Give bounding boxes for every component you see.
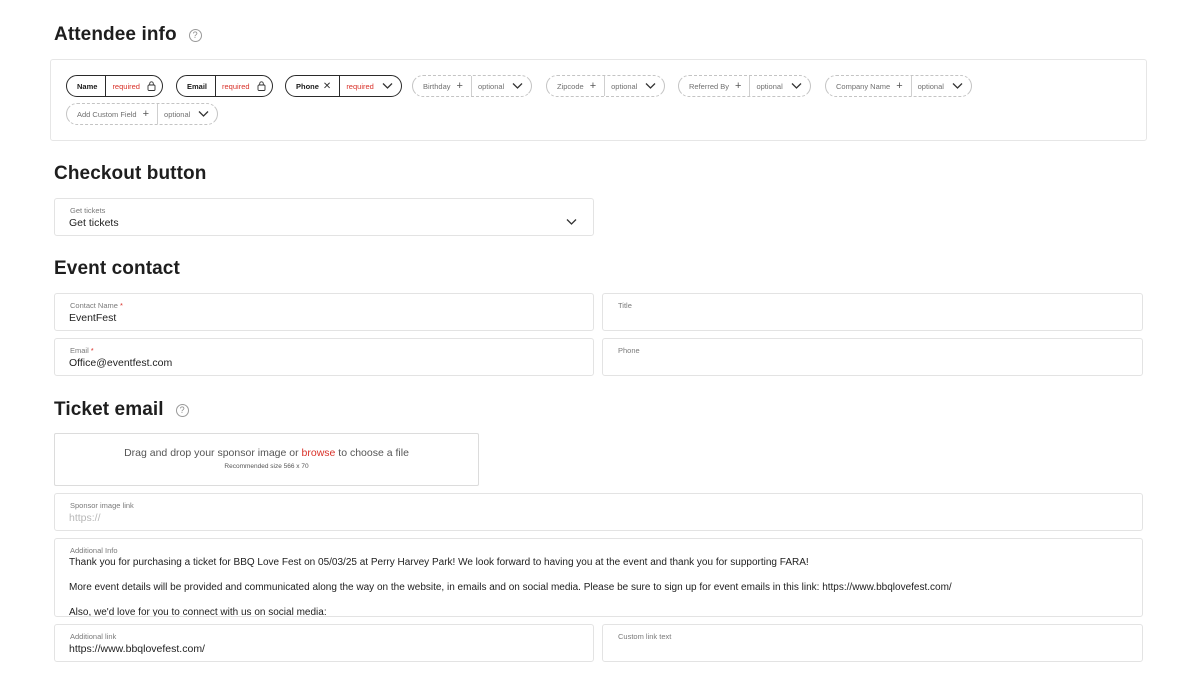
contact-title-label: Title	[618, 301, 632, 310]
plus-icon[interactable]: +	[590, 80, 596, 92]
additional-info-line: Also, we'd love for you to connect with …	[69, 607, 327, 617]
checkout-label-select[interactable]: Get tickets Get tickets	[54, 198, 594, 236]
contact-phone-label: Phone	[618, 346, 640, 355]
additional-info-label: Additional Info	[70, 546, 118, 555]
chip-email-status: required	[216, 76, 272, 96]
sponsor-image-dropzone[interactable]: Drag and drop your sponsor image or brow…	[54, 433, 479, 486]
attendee-info-heading: Attendee info ?	[54, 24, 202, 46]
chip-birthday-status: optional	[477, 81, 505, 91]
chip-referred-by[interactable]: Referred By + optional	[678, 75, 811, 97]
contact-name-field[interactable]: Contact Name * EventFest	[54, 293, 594, 331]
additional-link-value: https://www.bbqlovefest.com/	[69, 643, 205, 655]
sponsor-image-link-label: Sponsor image link	[70, 501, 134, 510]
additional-link-field[interactable]: Additional link https://www.bbqlovefest.…	[54, 624, 594, 662]
plus-icon[interactable]: +	[735, 80, 741, 92]
additional-link-label: Additional link	[70, 632, 117, 641]
chip-referred-by-label: Referred By +	[689, 80, 742, 92]
chip-company-name-label: Company Name +	[836, 80, 903, 92]
chip-phone-status: required	[346, 81, 374, 91]
chip-birthday-label: Birthday +	[423, 80, 463, 92]
plus-icon[interactable]: +	[143, 108, 149, 120]
help-icon[interactable]: ?	[175, 403, 189, 417]
chip-name[interactable]: Name required	[66, 75, 163, 97]
custom-link-text-field[interactable]: Custom link text	[602, 624, 1143, 662]
custom-link-text-label: Custom link text	[618, 632, 672, 641]
attendee-fields-panel: Name required Email required Phone ✕ requ…	[50, 59, 1147, 141]
chevron-down-icon[interactable]	[789, 82, 810, 90]
chevron-down-icon[interactable]	[566, 213, 577, 231]
contact-email-label: Email *	[70, 346, 94, 355]
chevron-down-icon[interactable]	[643, 82, 664, 90]
contact-title-field[interactable]: Title	[602, 293, 1143, 331]
sponsor-image-link-input: https://	[69, 512, 101, 524]
contact-email-value: Office@eventfest.com	[69, 357, 173, 369]
chevron-down-icon[interactable]	[510, 82, 531, 90]
contact-email-field[interactable]: Email * Office@eventfest.com	[54, 338, 594, 376]
chip-birthday[interactable]: Birthday + optional	[412, 75, 533, 97]
event-contact-heading: Event contact	[54, 258, 180, 279]
additional-info-line: More event details will be provided and …	[69, 582, 952, 593]
browse-link[interactable]: browse	[302, 447, 336, 459]
chip-name-status: required	[106, 76, 162, 96]
dropzone-recommended-size: Recommended size 566 x 70	[224, 463, 309, 470]
plus-icon[interactable]: +	[896, 80, 902, 92]
sponsor-image-link-field[interactable]: Sponsor image link https://	[54, 493, 1143, 531]
chip-zipcode-label: Zipcode +	[557, 80, 597, 92]
chip-company-name-status: optional	[917, 81, 944, 91]
close-icon[interactable]: ✕	[323, 81, 331, 92]
chip-email[interactable]: Email required	[176, 75, 273, 97]
contact-phone-field[interactable]: Phone	[602, 338, 1143, 376]
chip-phone[interactable]: Phone ✕ required	[285, 75, 402, 97]
chip-referred-by-status: optional	[756, 81, 783, 91]
additional-info-textarea[interactable]: Additional Info Thank you for purchasing…	[54, 538, 1143, 617]
additional-info-line: Thank you for purchasing a ticket for BB…	[69, 557, 809, 568]
chevron-down-icon[interactable]	[380, 82, 401, 90]
chip-phone-label: Phone ✕	[296, 80, 332, 92]
contact-name-label: Contact Name *	[70, 301, 123, 310]
lock-icon	[257, 81, 266, 91]
checkout-button-heading: Checkout button	[54, 163, 207, 184]
dropzone-text: Drag and drop your sponsor image or brow…	[124, 447, 409, 459]
chip-email-label: Email	[187, 81, 208, 91]
checkout-select-label: Get tickets	[70, 206, 106, 215]
help-icon[interactable]: ?	[188, 28, 202, 42]
chip-add-custom-field[interactable]: Add Custom Field + optional	[66, 103, 219, 125]
chip-add-custom-field-label: Add Custom Field +	[77, 108, 150, 120]
ticket-email-heading: Ticket email ?	[54, 399, 189, 421]
chevron-down-icon[interactable]	[196, 110, 217, 118]
checkout-select-value: Get tickets	[69, 217, 119, 229]
chip-add-custom-field-status: optional	[164, 109, 191, 119]
chip-company-name[interactable]: Company Name + optional	[825, 75, 972, 97]
attendee-info-title: Attendee info	[54, 24, 177, 45]
chevron-down-icon[interactable]	[950, 82, 971, 90]
chip-zipcode-status: optional	[611, 81, 638, 91]
chip-zipcode[interactable]: Zipcode + optional	[546, 75, 666, 97]
lock-icon	[147, 81, 156, 91]
plus-icon[interactable]: +	[457, 80, 463, 92]
contact-name-value: EventFest	[69, 312, 117, 324]
chip-name-label: Name	[77, 81, 98, 91]
